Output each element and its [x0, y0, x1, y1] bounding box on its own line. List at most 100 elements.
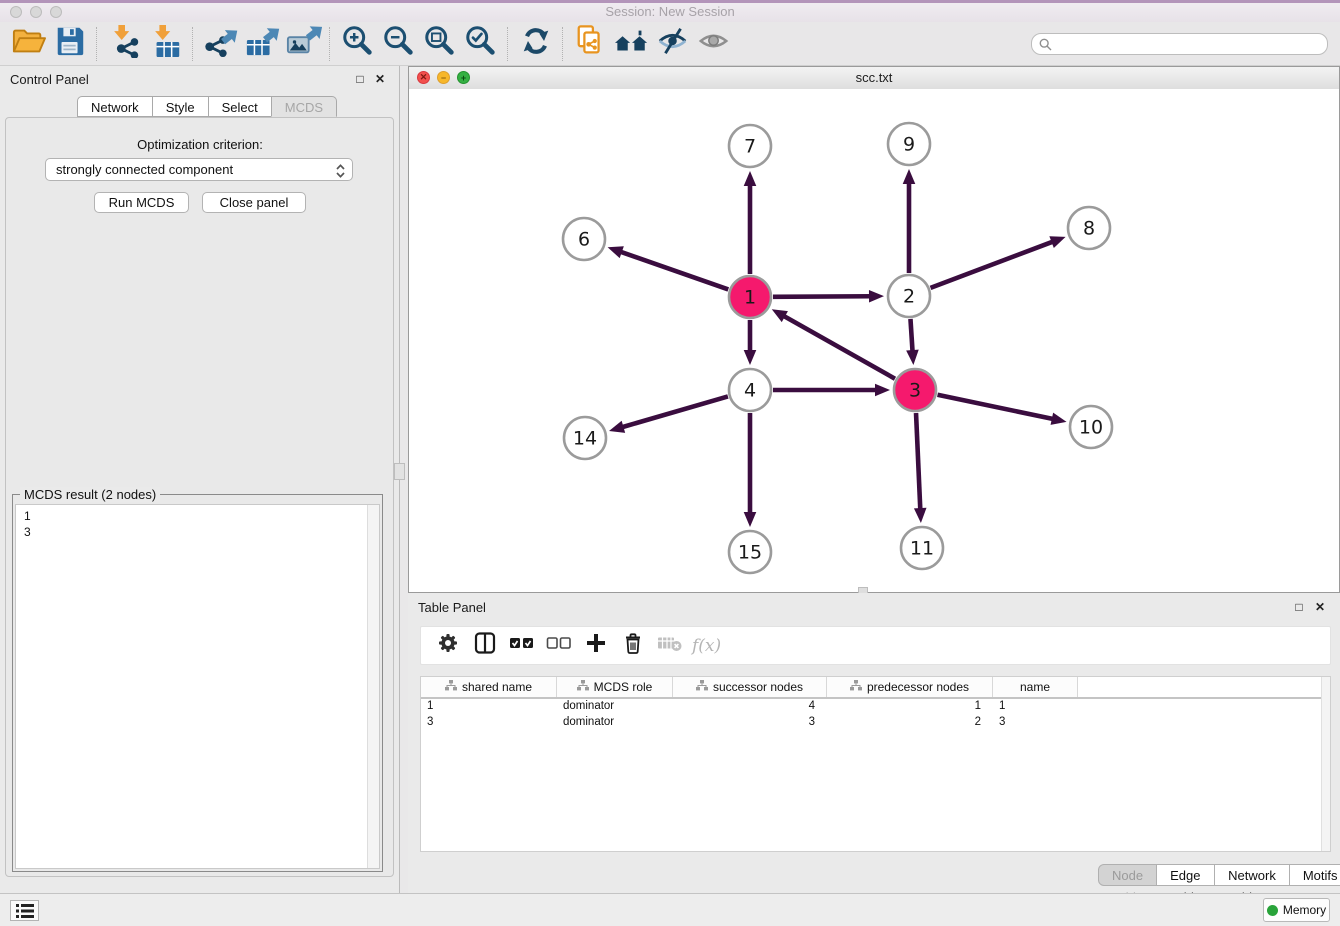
chevron-updown-icon	[335, 163, 346, 182]
toolbar-separator	[192, 27, 194, 61]
node-3[interactable]: 3	[894, 369, 936, 411]
node-2[interactable]: 2	[888, 275, 930, 317]
edge-1-6[interactable]	[608, 246, 729, 289]
export-table-button[interactable]	[241, 25, 282, 63]
zoom-in-button[interactable]	[337, 25, 378, 63]
zoom-selected-icon	[462, 24, 500, 63]
close-panel-icon[interactable]: ✕	[373, 72, 387, 86]
mcds-result-area[interactable]: 13	[15, 504, 380, 869]
refresh-button[interactable]	[515, 25, 556, 63]
function-builder-button[interactable]: f(x)	[692, 636, 721, 656]
close-table-panel-icon[interactable]: ✕	[1313, 600, 1327, 614]
node-label: 7	[744, 136, 756, 158]
node-label: 2	[903, 286, 915, 308]
tab-select[interactable]: Select	[208, 96, 272, 117]
tab-node-table[interactable]: Node Table	[1098, 864, 1157, 886]
columns-button[interactable]	[466, 631, 503, 661]
edge-2-3[interactable]	[906, 319, 919, 365]
memory-button[interactable]: Memory	[1263, 898, 1330, 922]
edge-4-15[interactable]	[744, 413, 757, 527]
tab-network[interactable]: Network	[77, 96, 153, 117]
node-6[interactable]: 6	[563, 218, 605, 260]
add-button[interactable]	[577, 631, 614, 661]
edge-1-7[interactable]	[744, 171, 757, 274]
node-10[interactable]: 10	[1070, 406, 1112, 448]
zoom-out-button[interactable]	[378, 25, 419, 63]
search-box[interactable]	[1031, 33, 1328, 55]
tab-mcds[interactable]: MCDS	[271, 96, 337, 117]
edge-1-2[interactable]	[773, 290, 884, 303]
search-input[interactable]	[1056, 35, 1327, 53]
table-row[interactable]: 3dominator323	[421, 715, 1330, 731]
export-image-button[interactable]	[282, 25, 323, 63]
edge-3-10[interactable]	[938, 395, 1067, 425]
node-9[interactable]: 9	[888, 123, 930, 165]
panel-splitter-grip[interactable]	[394, 463, 405, 480]
node-4[interactable]: 4	[729, 369, 771, 411]
import-network-button[interactable]	[104, 25, 145, 63]
table-header-row: shared nameMCDS rolesuccessor nodesprede…	[421, 677, 1330, 699]
tab-edge-table[interactable]: Edge Table	[1156, 864, 1215, 886]
network-graph: 7 9 6 8 1 2 4 3 14 10 15 11	[409, 89, 1339, 592]
edge-4-14[interactable]	[609, 396, 728, 432]
open-session-button[interactable]	[8, 25, 49, 63]
clone-network-button[interactable]	[570, 25, 611, 63]
hide-selected-button[interactable]	[652, 25, 693, 63]
node-7[interactable]: 7	[729, 125, 771, 167]
deselect-all-button[interactable]	[540, 631, 577, 661]
float-table-panel-icon[interactable]: □	[1292, 600, 1306, 614]
tab-network-table[interactable]: Network Table	[1214, 864, 1290, 886]
zoom-selected-button[interactable]	[460, 25, 501, 63]
node-label: 9	[903, 134, 915, 156]
list-icon	[15, 903, 35, 919]
float-panel-icon[interactable]: □	[353, 72, 367, 86]
control-panel: Control Panel □ ✕ NetworkStyleSelectMCDS…	[0, 66, 400, 893]
open-session-icon	[10, 24, 48, 63]
save-session-button[interactable]	[49, 25, 90, 63]
settings-button[interactable]	[429, 631, 466, 661]
toolbar-separator	[329, 27, 331, 61]
column-header-successor-nodes[interactable]: successor nodes	[673, 677, 827, 697]
column-header-shared-name[interactable]: shared name	[421, 677, 557, 697]
node-8[interactable]: 8	[1068, 207, 1110, 249]
titlebar: Session: New Session	[0, 0, 1340, 23]
first-neighbors-button[interactable]	[611, 25, 652, 63]
edge-4-3[interactable]	[773, 384, 890, 397]
task-history-button[interactable]	[10, 900, 39, 921]
save-session-icon	[51, 24, 89, 63]
edge-1-4[interactable]	[744, 320, 757, 365]
control-panel-tabs: NetworkStyleSelectMCDS	[77, 96, 337, 117]
tab-style[interactable]: Style	[152, 96, 209, 117]
export-network-icon	[202, 24, 240, 63]
node-11[interactable]: 11	[901, 527, 943, 569]
edge-3-1[interactable]	[772, 309, 895, 378]
column-header-MCDS-role[interactable]: MCDS role	[557, 677, 673, 697]
column-header-predecessor-nodes[interactable]: predecessor nodes	[827, 677, 993, 697]
tab-motifs[interactable]: Motifs	[1289, 864, 1340, 886]
zoom-fit-button[interactable]	[419, 25, 460, 63]
column-header-name[interactable]: name	[993, 677, 1078, 697]
table-row[interactable]: 1dominator411	[421, 699, 1330, 715]
node-table[interactable]: shared nameMCDS rolesuccessor nodesprede…	[420, 676, 1331, 852]
select-all-button[interactable]	[503, 631, 540, 661]
table-cell: dominator	[557, 715, 673, 731]
network-window-titlebar[interactable]: ✕ − + scc.txt	[409, 67, 1339, 90]
close-panel-button[interactable]: Close panel	[202, 192, 306, 213]
import-table-icon	[147, 24, 185, 63]
titlebar-accent	[0, 0, 1340, 3]
edge-2-8[interactable]	[931, 236, 1066, 288]
export-network-button[interactable]	[200, 25, 241, 63]
node-14[interactable]: 14	[564, 417, 606, 459]
delete-button[interactable]	[614, 631, 651, 661]
show-all-button[interactable]	[693, 25, 734, 63]
node-15[interactable]: 15	[729, 531, 771, 573]
criterion-value: strongly connected component	[56, 162, 233, 177]
edge-2-9[interactable]	[903, 169, 916, 273]
network-canvas[interactable]: 7 9 6 8 1 2 4 3 14 10 15 11	[409, 89, 1339, 592]
criterion-select[interactable]: strongly connected component	[45, 158, 353, 181]
node-1[interactable]: 1	[729, 276, 771, 318]
run-mcds-button[interactable]: Run MCDS	[94, 192, 189, 213]
delete-table-button[interactable]	[651, 631, 688, 661]
import-table-button[interactable]	[145, 25, 186, 63]
edge-3-11[interactable]	[914, 413, 927, 523]
